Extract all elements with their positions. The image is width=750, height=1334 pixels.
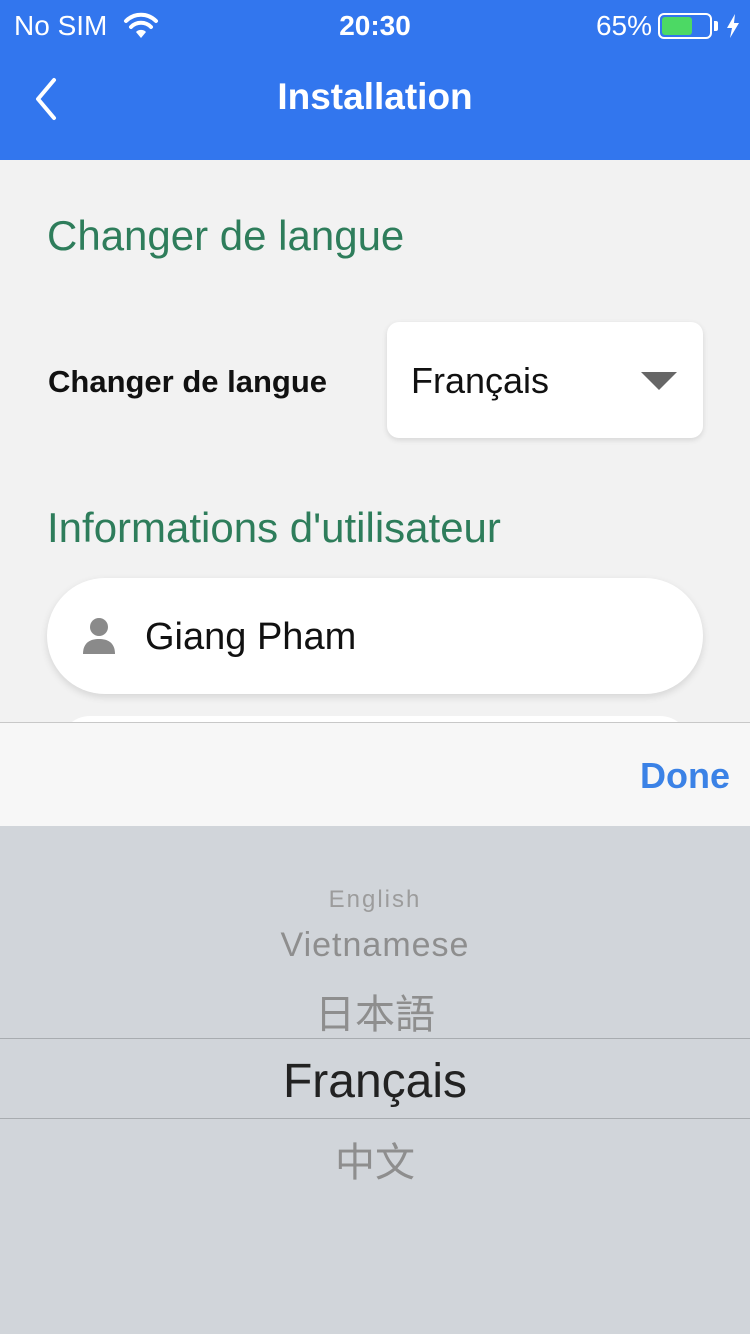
battery-percent: 65% <box>595 10 652 41</box>
charging-icon <box>727 14 739 38</box>
battery-fill <box>662 17 692 35</box>
picker-option-vietnamese[interactable]: Vietnamese <box>0 926 750 965</box>
user-name-value: Giang Pham <box>145 616 357 658</box>
person-icon <box>83 618 115 654</box>
status-bar: No SIM 20:30 65% <box>0 0 750 50</box>
language-dropdown-value: Français <box>411 360 550 401</box>
battery-icon <box>658 13 712 39</box>
navigation-bar: No SIM 20:30 65% Installation <box>0 0 750 160</box>
picker-option-english[interactable]: English <box>0 886 750 914</box>
picker-toolbar: Done <box>0 722 750 826</box>
language-label: Changer de langue <box>48 364 328 399</box>
selection-divider-top <box>0 1038 750 1039</box>
language-dropdown[interactable]: Français <box>387 322 703 438</box>
language-picker: Done English Vietnamese 日本語 Français 中文 <box>0 722 750 1334</box>
battery-tip <box>714 21 718 31</box>
done-button[interactable]: Done <box>640 755 730 797</box>
picker-wheel[interactable]: English Vietnamese 日本語 Français 中文 <box>0 826 750 1334</box>
battery-status: 65% <box>596 10 740 42</box>
page-title: Installation <box>277 76 473 117</box>
picker-option-chinese[interactable]: 中文 <box>0 1130 750 1188</box>
section-title-language: Changer de langue <box>47 212 405 259</box>
section-title-user-info: Informations d'utilisateur <box>47 504 501 551</box>
selection-divider-bottom <box>0 1118 750 1119</box>
user-name-field[interactable]: Giang Pham <box>47 578 703 694</box>
picker-option-french-selected[interactable]: Français <box>0 1054 750 1109</box>
picker-option-japanese[interactable]: 日本語 <box>0 982 750 1040</box>
caret-down-icon <box>641 372 677 390</box>
